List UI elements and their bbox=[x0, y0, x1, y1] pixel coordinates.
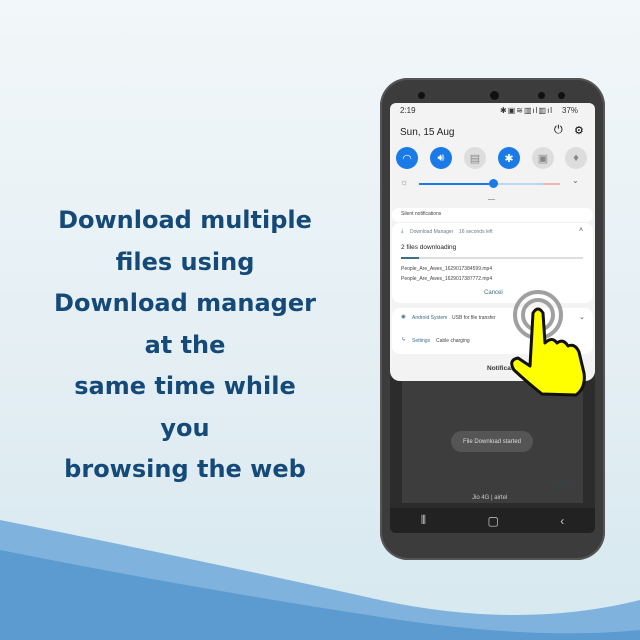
portrait-icon[interactable]: ▣ bbox=[532, 147, 554, 169]
bluetooth-icon[interactable]: ✱ bbox=[498, 147, 520, 169]
close-button[interactable]: CLOSE bbox=[552, 483, 571, 489]
flashlight-icon[interactable]: ♦ bbox=[565, 147, 587, 169]
camera bbox=[538, 92, 545, 99]
app-name: Download Manager bbox=[410, 229, 454, 235]
file-name: People_Are_Awes_1629017387772.mp4 bbox=[401, 276, 493, 282]
drag-handle[interactable] bbox=[488, 199, 495, 200]
brightness-thumb[interactable] bbox=[489, 179, 498, 188]
app-name: Android System bbox=[412, 315, 448, 321]
home-icon[interactable]: ▢ bbox=[487, 514, 498, 528]
battery-level: 37% bbox=[562, 106, 579, 115]
settings-gear-icon[interactable]: ⚙ bbox=[574, 124, 584, 137]
back-icon[interactable]: ‹ bbox=[560, 514, 564, 528]
carrier: Jio 4G | airtel bbox=[472, 495, 508, 501]
charging-icon: ϟ bbox=[402, 337, 405, 343]
camera bbox=[558, 92, 565, 99]
file-name: People_Are_Awes_1629017384599.mp4 bbox=[401, 266, 493, 272]
camera bbox=[490, 91, 499, 100]
app-name: Settings bbox=[412, 338, 431, 344]
headline-line: Download multiple bbox=[58, 206, 312, 234]
date: Sun, 15 Aug bbox=[400, 127, 455, 138]
headline-line: you bbox=[160, 413, 210, 442]
camera bbox=[418, 92, 425, 99]
notification-text[interactable]: Cable charging bbox=[436, 338, 470, 344]
status-icons: ✱▣≋▥ıl▥ıl bbox=[500, 106, 554, 115]
download-icon: ⤓ bbox=[401, 228, 404, 234]
tap-hand-icon bbox=[510, 290, 586, 397]
section-label: Silent notifications bbox=[401, 211, 442, 217]
android-icon: ◉ bbox=[401, 314, 406, 320]
headline-line: same time while bbox=[74, 372, 296, 400]
silent-header: Silent notifications bbox=[392, 208, 593, 222]
sound-icon[interactable]: 🔊︎ bbox=[430, 147, 452, 169]
time-left: 16 seconds left bbox=[459, 229, 493, 235]
headline-line: files using bbox=[115, 247, 255, 276]
headline: Download multiple files using Download m… bbox=[30, 200, 340, 491]
status-time: 2:19 bbox=[400, 106, 416, 115]
headline-line: at the bbox=[144, 330, 226, 359]
recents-icon[interactable]: ⦀ bbox=[421, 513, 426, 528]
collapse-chevron-icon[interactable]: ˄ bbox=[579, 227, 583, 234]
download-title: 2 files downloading bbox=[401, 244, 457, 251]
toast: File Download started bbox=[451, 431, 533, 452]
wifi-icon[interactable]: ◠ bbox=[396, 147, 418, 169]
headline-line: browsing the web bbox=[64, 455, 306, 483]
headline-line: Download manager bbox=[54, 289, 316, 317]
brightness-icon: ☼ bbox=[400, 177, 409, 187]
power-icon[interactable]: ⏻ bbox=[554, 124, 563, 137]
notification-text[interactable]: USB for file transfer bbox=[452, 315, 496, 321]
expand-chevron-icon[interactable]: ⌄ bbox=[572, 176, 579, 185]
download-progress bbox=[401, 257, 583, 259]
nav-bar: ⦀ ▢ ‹ bbox=[390, 508, 595, 533]
nfc-icon[interactable]: ▤ bbox=[464, 147, 486, 169]
